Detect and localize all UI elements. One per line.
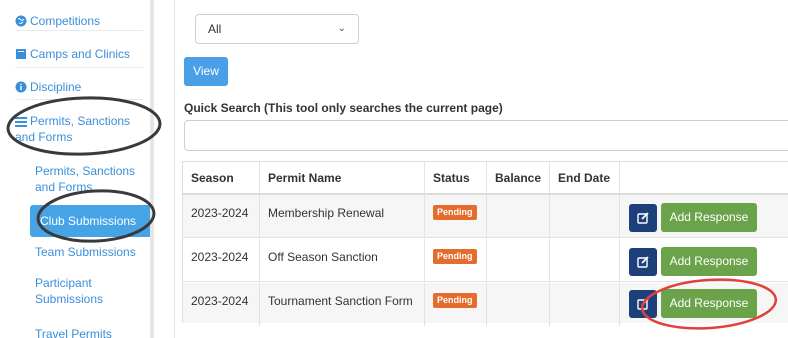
status-cell: Pending (425, 239, 487, 282)
quick-search-input[interactable] (184, 120, 788, 151)
view-button[interactable]: View (184, 57, 228, 86)
sidebar-subitem-label: Club Submissions (40, 214, 137, 228)
sidebar-item-label: Competitions (30, 14, 101, 28)
status-badge: Pending (433, 293, 477, 308)
permit-name-cell: Off Season Sanction (260, 239, 425, 282)
edit-icon (637, 212, 649, 224)
sidebar-subitem-team-submissions[interactable]: Team Submissions (35, 244, 145, 260)
sidebar-item-label: Discipline (30, 80, 82, 94)
globe-icon (15, 15, 27, 27)
table-row: 2023-2024 Membership Renewal Pending Add… (183, 195, 788, 238)
edit-icon (637, 256, 649, 268)
page: Competitions Camps and Clinics Disciplin… (0, 0, 788, 338)
divider (174, 0, 175, 338)
sidebar-item-competitions[interactable]: Competitions (15, 13, 143, 29)
sidebar-subitem-participant-submissions[interactable]: Participant Submissions (35, 275, 145, 307)
sidebar-item-camps-and-clinics[interactable]: Camps and Clinics (15, 46, 143, 62)
sidebar-subitem-label: Travel Permits (35, 327, 112, 338)
status-badge: Pending (433, 205, 477, 220)
edit-button[interactable] (629, 248, 657, 276)
list-icon (15, 117, 27, 127)
column-header[interactable]: Permit Name (260, 162, 425, 195)
permit-name-cell: Membership Renewal (260, 195, 425, 238)
status-badge: Pending (433, 249, 477, 264)
sidebar-subitem-club-submissions[interactable]: Club Submissions (30, 205, 152, 237)
edit-button[interactable] (629, 290, 657, 318)
column-header[interactable]: Balance (487, 162, 550, 195)
sidebar-item-permits-sanctions-and-forms[interactable]: Permits, Sanctions and Forms (15, 113, 143, 145)
column-header[interactable]: End Date (550, 162, 620, 195)
quick-search-label: Quick Search (This tool only searches th… (184, 101, 503, 115)
season-filter-select[interactable]: All ⌄ (195, 14, 359, 44)
info-circle-icon (15, 81, 27, 93)
season-cell: 2023-2024 (183, 195, 260, 238)
column-header (620, 162, 788, 195)
end-date-cell (550, 283, 620, 326)
sidebar-item-label: Camps and Clinics (30, 47, 131, 61)
sidebar-item-discipline[interactable]: Discipline (15, 79, 143, 95)
table-row: 2023-2024 Off Season Sanction Pending Ad… (183, 239, 788, 282)
end-date-cell (550, 195, 620, 238)
divider (15, 67, 143, 68)
sidebar: Competitions Camps and Clinics Disciplin… (0, 0, 163, 338)
column-header[interactable]: Season (183, 162, 260, 195)
sidebar-subitem-permits-sanctions-and-forms[interactable]: Permits, Sanctions and Forms (35, 163, 145, 195)
add-response-button[interactable]: Add Response (661, 203, 757, 232)
edit-icon (637, 298, 649, 310)
chevron-down-icon: ⌄ (337, 23, 346, 34)
balance-cell (487, 239, 550, 282)
permits-table: Season Permit Name Status Balance End Da… (182, 161, 788, 326)
status-cell: Pending (425, 283, 487, 326)
sidebar-item-label: Permits, Sanctions and Forms (15, 114, 131, 144)
divider (15, 30, 143, 31)
divider (15, 99, 143, 100)
season-cell: 2023-2024 (183, 283, 260, 326)
sidebar-subitem-travel-permits[interactable]: Travel Permits (35, 326, 145, 338)
sidebar-subitem-label: Permits, Sanctions and Forms (35, 164, 136, 194)
column-header[interactable]: Status (425, 162, 487, 195)
edit-button[interactable] (629, 204, 657, 232)
sidebar-scrollbar[interactable] (150, 0, 154, 338)
sidebar-subitem-label: Team Submissions (35, 245, 136, 259)
end-date-cell (550, 239, 620, 282)
permit-name-cell: Tournament Sanction Form (260, 283, 425, 326)
status-cell: Pending (425, 195, 487, 238)
book-icon (16, 49, 26, 59)
season-cell: 2023-2024 (183, 239, 260, 282)
select-value: All (208, 22, 222, 36)
balance-cell (487, 283, 550, 326)
add-response-button[interactable]: Add Response (661, 247, 757, 276)
table-row: 2023-2024 Tournament Sanction Form Pendi… (183, 283, 788, 326)
add-response-button[interactable]: Add Response (661, 289, 757, 318)
balance-cell (487, 195, 550, 238)
sidebar-subitem-label: Participant Submissions (35, 276, 104, 306)
